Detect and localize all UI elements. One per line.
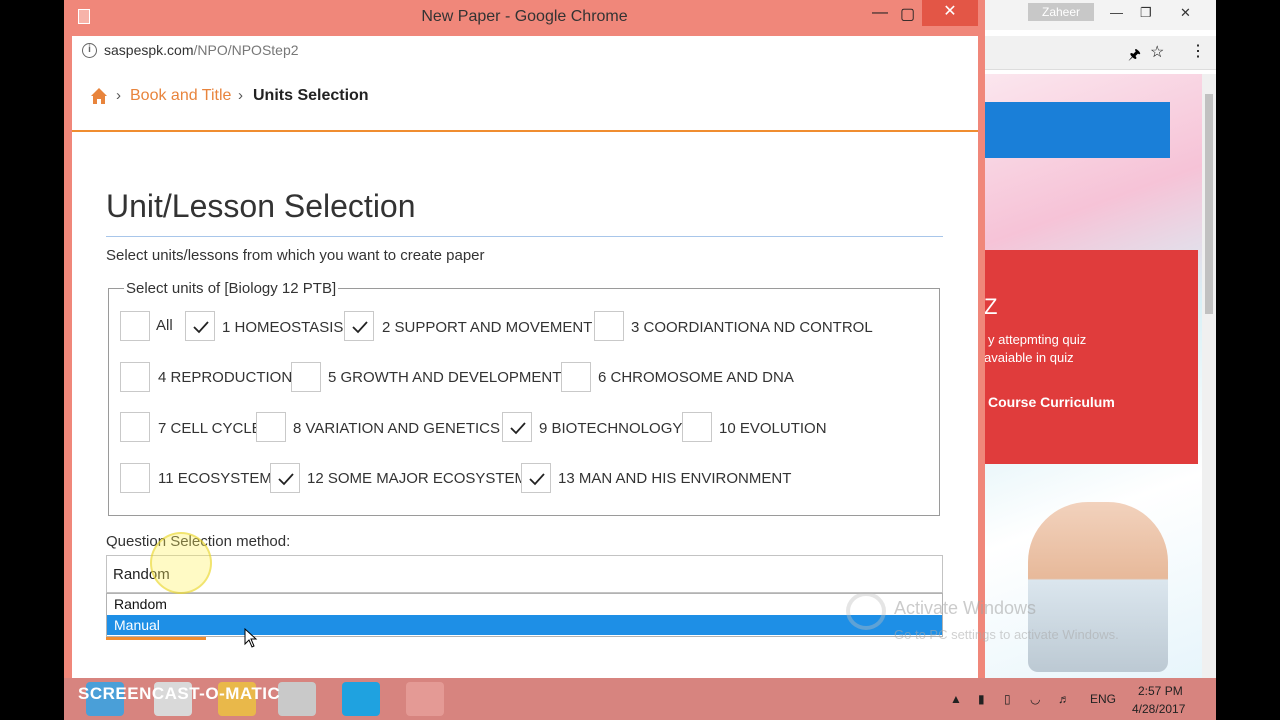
unit-label-5: 5 GROWTH AND DEVELOPMENT xyxy=(328,369,562,386)
info-icon[interactable]: i xyxy=(82,43,97,58)
unit-label-6: 6 CHROMOSOME AND DNA xyxy=(598,369,794,386)
question-method-dropdown: Random Manual xyxy=(106,593,943,637)
course-curriculum-link[interactable]: Course Curriculum xyxy=(988,394,1115,410)
unit-label-12: 12 SOME MAJOR ECOSYSTEM xyxy=(307,470,528,487)
background-browser-window: Zaheer — ❐ ✕ 🖈 ☆ ⋮ Z y attepmting quiz a… xyxy=(984,0,1216,678)
checkbox-unit-10[interactable] xyxy=(682,412,712,442)
recorder-logo: SCREENCAST-O-MATIC xyxy=(78,684,281,703)
mouse-cursor-icon xyxy=(244,628,258,648)
unit-label-13: 13 MAN AND HIS ENVIRONMENT xyxy=(558,470,792,487)
activate-windows-subtitle: Go to PC settings to activate Windows. xyxy=(894,627,1119,642)
unit-label-all: All xyxy=(156,317,173,334)
title-divider xyxy=(106,236,943,237)
url-text[interactable]: saspespk.com/NPO/NPOStep2 xyxy=(104,42,299,58)
chevron-right-icon: › xyxy=(116,87,121,104)
unit-label-10: 10 EVOLUTION xyxy=(719,420,827,437)
checkbox-unit-1[interactable] xyxy=(185,311,215,341)
checkbox-unit-3[interactable] xyxy=(594,311,624,341)
window-title: New Paper - Google Chrome xyxy=(421,8,628,25)
close-button[interactable]: ✕ xyxy=(922,0,978,26)
click-highlight xyxy=(150,532,212,594)
address-bar[interactable]: i saspespk.com/NPO/NPOStep2 xyxy=(72,36,978,66)
chevron-right-icon: › xyxy=(238,87,243,104)
star-icon[interactable]: ☆ xyxy=(1150,42,1164,62)
checkmark-icon xyxy=(510,422,526,435)
unit-label-4: 4 REPRODUCTION xyxy=(158,369,293,386)
checkbox-unit-13[interactable] xyxy=(521,463,551,493)
checkmark-icon xyxy=(193,321,209,334)
maximize-icon[interactable]: ▢ xyxy=(900,4,915,24)
close-icon[interactable]: ✕ xyxy=(1180,5,1191,21)
tray-expand-icon[interactable]: ▲ xyxy=(950,692,962,706)
quiz-fragment: Z xyxy=(984,294,998,319)
unit-label-3: 3 COORDIANTIONA ND CONTROL xyxy=(631,319,873,336)
url-path: /NPO/NPOStep2 xyxy=(193,42,299,58)
question-method-select[interactable]: Random xyxy=(106,555,943,593)
checkbox-unit-all[interactable] xyxy=(120,311,150,341)
checkbox-unit-11[interactable] xyxy=(120,463,150,493)
units-legend: Select units of [Biology 12 PTB] xyxy=(124,280,339,297)
checkbox-unit-9[interactable] xyxy=(502,412,532,442)
background-address-bar[interactable]: 🖈 ☆ ⋮ xyxy=(984,36,1216,70)
option-random[interactable]: Random xyxy=(107,594,942,614)
recorder-label: RECORDED WITH xyxy=(78,668,164,679)
minimize-icon[interactable]: — xyxy=(872,4,888,22)
unit-label-8: 8 VARIATION AND GENETICS xyxy=(293,420,500,437)
unit-label-9: 9 BIOTECHNOLOGY xyxy=(539,420,683,437)
key-icon xyxy=(846,592,886,630)
page-description: Select units/lessons from which you want… xyxy=(106,247,485,264)
wifi-icon[interactable]: ◡ xyxy=(1030,692,1040,706)
page-content: › Book and Title › Units Selection Unit/… xyxy=(72,66,978,678)
chrome-active-icon[interactable] xyxy=(278,682,316,716)
language-indicator[interactable]: ENG xyxy=(1090,692,1116,706)
unit-label-7: 7 CELL CYCLE xyxy=(158,420,262,437)
menu-icon[interactable]: ⋮ xyxy=(1190,41,1206,61)
checkbox-unit-4[interactable] xyxy=(120,362,150,392)
quiz-panel: Z y attepmting quiz avaiable in quiz Cou… xyxy=(984,250,1198,464)
recorder-icon[interactable] xyxy=(406,682,444,716)
checkmark-icon xyxy=(529,473,545,486)
volume-icon[interactable]: ♬ xyxy=(1058,692,1070,706)
pin-icon[interactable]: 🖈 xyxy=(1128,44,1141,68)
quiz-text-1: y attepmting quiz xyxy=(988,332,1087,347)
checkmark-icon xyxy=(352,321,368,334)
restore-icon[interactable]: ❐ xyxy=(1140,5,1152,21)
breadcrumb: › Book and Title › Units Selection xyxy=(72,66,978,132)
checkbox-unit-8[interactable] xyxy=(256,412,286,442)
option-manual[interactable]: Manual xyxy=(107,615,942,635)
student-photo xyxy=(1028,502,1168,672)
url-host: saspespk.com xyxy=(104,42,194,58)
blue-banner xyxy=(984,102,1170,158)
background-page-content: Z y attepmting quiz avaiable in quiz Cou… xyxy=(984,74,1202,678)
quiz-text-2: avaiable in quiz xyxy=(984,350,1074,365)
home-icon[interactable] xyxy=(90,87,108,105)
checkbox-unit-12[interactable] xyxy=(270,463,300,493)
checkbox-unit-2[interactable] xyxy=(344,311,374,341)
clock-date[interactable]: 4/28/2017 xyxy=(1132,702,1185,716)
activate-windows-title: Activate Windows xyxy=(894,598,1037,618)
minimize-icon[interactable]: — xyxy=(1110,5,1123,20)
background-scrollbar[interactable] xyxy=(1202,74,1216,678)
unit-label-2: 2 SUPPORT AND MOVEMENT xyxy=(382,319,593,336)
clock-time[interactable]: 2:57 PM xyxy=(1138,684,1183,698)
skype-icon[interactable] xyxy=(342,682,380,716)
checkbox-unit-6[interactable] xyxy=(561,362,591,392)
checkmark-icon xyxy=(278,473,294,486)
popup-title-bar: New Paper - Google Chrome — ▢ ✕ xyxy=(64,0,985,34)
checkbox-unit-7[interactable] xyxy=(120,412,150,442)
breadcrumb-book-and-title[interactable]: Book and Title xyxy=(130,87,231,105)
user-badge[interactable]: Zaheer xyxy=(1028,3,1094,21)
unit-label-1: 1 HOMEOSTASIS xyxy=(222,319,344,336)
scrollbar-thumb[interactable] xyxy=(1205,94,1213,314)
background-title-bar: Zaheer — ❐ ✕ xyxy=(984,0,1216,30)
unit-label-11: 11 ECOSYSTEM xyxy=(158,470,272,487)
page-title: Unit/Lesson Selection xyxy=(106,188,416,224)
desktop-screen: Zaheer — ❐ ✕ 🖈 ☆ ⋮ Z y attepmting quiz a… xyxy=(64,0,1216,720)
network-icon[interactable]: ▮ xyxy=(978,692,985,706)
checkbox-unit-5[interactable] xyxy=(291,362,321,392)
battery-icon[interactable]: ▯ xyxy=(1004,692,1011,706)
breadcrumb-units-selection: Units Selection xyxy=(253,87,369,104)
